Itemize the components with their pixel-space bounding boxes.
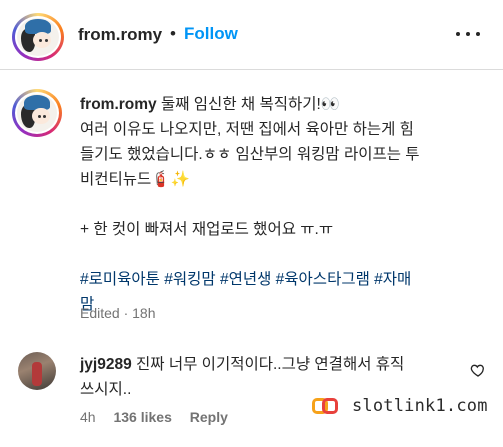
more-options-icon[interactable] <box>456 22 480 46</box>
caption-username[interactable]: from.romy <box>80 96 157 113</box>
caption-avatar[interactable] <box>12 89 62 137</box>
reply-button[interactable]: Reply <box>190 409 228 425</box>
caption-line-2: 여러 이유도 나오지만, 저땐 집에서 육아만 하는게 힘 <box>80 121 414 138</box>
comment-meta: 4h 136 likes Reply <box>80 409 242 425</box>
separator-dot: • <box>170 24 176 43</box>
hashtag[interactable]: #자매 <box>374 271 411 288</box>
caption-line-1: 둘째 임신한 채 복직하기!👀 <box>160 96 341 113</box>
profile-avatar[interactable] <box>12 13 64 61</box>
caption-line-5: + 한 컷이 빠져서 재업로드 했어요 ㅠ.ㅠ <box>80 221 334 238</box>
watermark-text: slotlink1.com <box>352 396 488 416</box>
post-caption: from.romy 둘째 임신한 채 복직하기!👀 여러 이유도 나오지만, 저… <box>80 92 480 317</box>
hashtag[interactable]: #육아스타그램 <box>276 271 370 288</box>
hashtag[interactable]: #로미육아툰 <box>80 271 160 288</box>
watermark-logo-icon <box>312 397 342 415</box>
caption-line-4: 비컨티뉴드🧯✨ <box>80 171 190 188</box>
watermark: slotlink1.com <box>312 394 488 418</box>
edited-timestamp: Edited · 18h <box>80 305 156 321</box>
comment-time: 4h <box>80 409 96 425</box>
comment-likes[interactable]: 136 likes <box>113 409 171 425</box>
post-header: from.romy • Follow <box>0 0 503 70</box>
header-username[interactable]: from.romy <box>78 25 162 45</box>
commenter-avatar[interactable] <box>18 352 56 390</box>
comment-text-2: 쓰시지.. <box>80 381 132 398</box>
comment-username[interactable]: jyj9289 <box>80 356 132 373</box>
follow-button[interactable]: Follow <box>184 24 238 44</box>
hashtag[interactable]: #연년생 <box>220 271 271 288</box>
comment-text-1: 진짜 너무 이기적이다..그냥 연결해서 휴직 <box>136 356 405 373</box>
caption-line-3: 들기도 했었습니다.ㅎㅎ 임산부의 워킹맘 라이프는 투 <box>80 146 420 163</box>
heart-outline-icon[interactable] <box>470 362 486 378</box>
hashtag[interactable]: #워킹맘 <box>164 271 215 288</box>
